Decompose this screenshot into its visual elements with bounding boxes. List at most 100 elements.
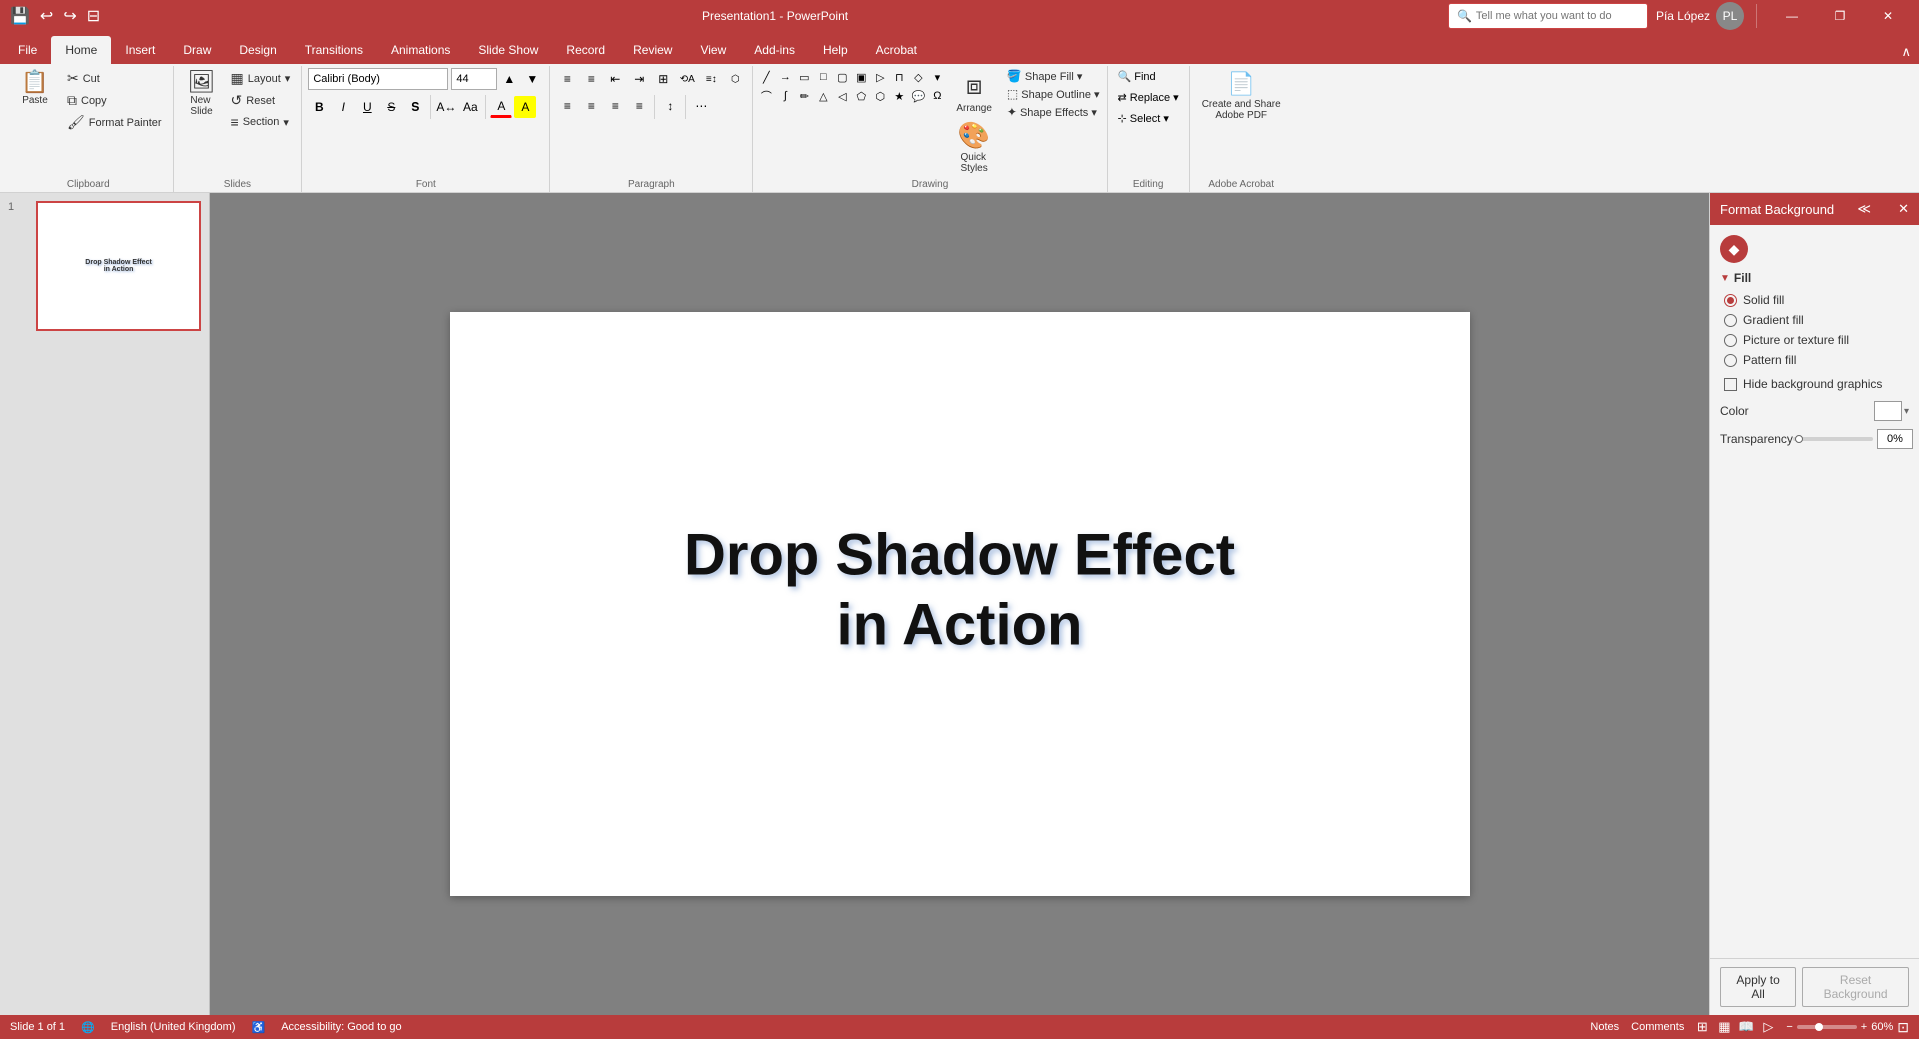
comments-btn[interactable]: Comments [1631, 1021, 1684, 1033]
shape-effects-btn[interactable]: ✦ Shape Effects ▾ [1004, 104, 1103, 120]
justify-btn[interactable]: ≡ [628, 95, 650, 117]
text-direction-btn[interactable]: ⟲A [676, 68, 698, 90]
accessibility-label[interactable]: Accessibility: Good to go [281, 1021, 401, 1033]
tab-record[interactable]: Record [552, 36, 619, 64]
layout-button[interactable]: ▦ Layout ▾ [226, 68, 296, 89]
line-spacing-btn[interactable]: ↕ [659, 95, 681, 117]
format-painter-button[interactable]: 🖌 Format Painter [62, 112, 167, 133]
view-normal-btn[interactable]: ⊞ [1692, 1018, 1712, 1036]
undo-btn[interactable]: ↩ [38, 6, 55, 26]
close-btn[interactable]: ✕ [1865, 0, 1911, 32]
select-button[interactable]: ⊹ Select ▾ [1114, 110, 1173, 127]
shape-round-rect[interactable]: ▢ [833, 68, 851, 86]
shape-more[interactable]: ▾ [928, 68, 946, 86]
new-slide-button[interactable]: 🖼 NewSlide [180, 68, 224, 120]
arrange-button[interactable]: ⧈ Arrange [952, 68, 996, 116]
shape-star[interactable]: ★ [890, 87, 908, 105]
maximize-btn[interactable]: ❐ [1817, 0, 1863, 32]
reset-background-button[interactable]: Reset Background [1802, 967, 1909, 1007]
search-input[interactable] [1476, 10, 1639, 22]
customize-btn[interactable]: ⊟ [85, 6, 102, 26]
shape-rect[interactable]: ▭ [795, 68, 813, 86]
view-slides-btn[interactable]: ▦ [1714, 1018, 1734, 1036]
shape-rect2[interactable]: □ [814, 68, 832, 86]
fill-section-header[interactable]: ▼ Fill [1720, 271, 1909, 285]
align-center-btn[interactable]: ≡ [580, 95, 602, 117]
font-color-btn[interactable]: A [490, 96, 512, 118]
view-reading-btn[interactable]: 📖 [1736, 1018, 1756, 1036]
align-right-btn[interactable]: ≡ [604, 95, 626, 117]
shape-arc[interactable]: ⌒ [757, 87, 775, 105]
view-presenter-btn[interactable]: ▷ [1758, 1018, 1778, 1036]
quick-styles-button[interactable]: 🎨 QuickStyles [952, 118, 996, 176]
zoom-level[interactable]: 60% [1871, 1021, 1893, 1033]
color-swatch[interactable] [1874, 401, 1902, 421]
tab-view[interactable]: View [686, 36, 740, 64]
hide-bg-checkbox[interactable]: Hide background graphics [1724, 377, 1909, 391]
align-left-btn[interactable]: ≡ [556, 95, 578, 117]
tab-slideshow[interactable]: Slide Show [464, 36, 552, 64]
shape-callout[interactable]: 💬 [909, 87, 927, 105]
columns-btn[interactable]: ⊞ [652, 68, 674, 90]
tab-design[interactable]: Design [225, 36, 290, 64]
shape-line[interactable]: ╱ [757, 68, 775, 86]
slide-thumbnail-1[interactable]: Drop Shadow Effect in Action [36, 201, 201, 331]
shape-hex[interactable]: ⬡ [871, 87, 889, 105]
change-case-btn[interactable]: Aa [459, 96, 481, 118]
transparency-value[interactable]: 0% [1877, 429, 1913, 449]
solid-fill-radio[interactable]: Solid fill [1724, 293, 1909, 307]
language-label[interactable]: English (United Kingdom) [111, 1021, 236, 1033]
para-settings-btn[interactable]: ⋯ [690, 95, 712, 117]
zoom-out-btn[interactable]: − [1786, 1021, 1792, 1033]
shape-rtri[interactable]: ◁ [833, 87, 851, 105]
shape-tri[interactable]: △ [814, 87, 832, 105]
pattern-fill-radio[interactable]: Pattern fill [1724, 353, 1909, 367]
convert-smartart-btn[interactable]: ⬡ [724, 68, 746, 90]
shadow-button[interactable]: 𝐒 [404, 96, 426, 118]
notes-btn[interactable]: Notes [1590, 1021, 1619, 1033]
shape-para[interactable]: ▷ [871, 68, 889, 86]
shape-rect3[interactable]: ▣ [852, 68, 870, 86]
cut-button[interactable]: ✂ Cut [62, 68, 167, 89]
copy-button[interactable]: ⧉ Copy [62, 90, 167, 111]
close-panel-btn[interactable]: ✕ [1898, 201, 1909, 217]
strikethrough-button[interactable]: S [380, 96, 402, 118]
underline-button[interactable]: U [356, 96, 378, 118]
shape-outline-btn[interactable]: ⬚ Shape Outline ▾ [1004, 86, 1103, 102]
increase-font-btn[interactable]: ▲ [498, 68, 520, 90]
section-button[interactable]: ≡ Section ▾ [226, 112, 296, 132]
shape-arrow[interactable]: → [776, 68, 794, 86]
find-button[interactable]: 🔍 Find [1114, 68, 1160, 85]
shape-trap[interactable]: ⊓ [890, 68, 908, 86]
shape-dia[interactable]: ◇ [909, 68, 927, 86]
transparency-slider[interactable] [1793, 437, 1873, 441]
collapse-panel-icon[interactable]: ≪ [1857, 201, 1871, 217]
picture-fill-radio[interactable]: Picture or texture fill [1724, 333, 1909, 347]
shape-other[interactable]: Ω [928, 87, 946, 105]
create-adobe-pdf-button[interactable]: 📄 Create and ShareAdobe PDF [1196, 68, 1287, 124]
bold-button[interactable]: B [308, 96, 330, 118]
tab-addins[interactable]: Add-ins [740, 36, 809, 64]
color-dropdown-btn[interactable]: ▾ [1904, 406, 1909, 417]
tab-home[interactable]: Home [51, 36, 111, 64]
tab-help[interactable]: Help [809, 36, 862, 64]
save-btn[interactable]: 💾 [8, 6, 32, 26]
indent-btn[interactable]: ⇥ [628, 68, 650, 90]
replace-button[interactable]: ⇄ Replace ▾ [1114, 89, 1183, 106]
minimize-btn[interactable]: — [1769, 0, 1815, 32]
tab-draw[interactable]: Draw [169, 36, 225, 64]
font-size-box[interactable]: 44 [451, 68, 497, 90]
tab-transitions[interactable]: Transitions [291, 36, 377, 64]
highlight-btn[interactable]: A [514, 96, 536, 118]
numbering-btn[interactable]: ≡ [580, 68, 602, 90]
tab-review[interactable]: Review [619, 36, 686, 64]
char-spacing-btn[interactable]: A↔ [435, 96, 457, 118]
bullets-btn[interactable]: ≡ [556, 68, 578, 90]
shape-pent[interactable]: ⬠ [852, 87, 870, 105]
zoom-in-btn[interactable]: + [1861, 1021, 1867, 1033]
font-name-box[interactable]: Calibri (Body) [308, 68, 448, 90]
tab-insert[interactable]: Insert [111, 36, 169, 64]
redo-btn[interactable]: ↪ [61, 6, 78, 26]
shape-fill-btn[interactable]: 🪣 Shape Fill ▾ [1004, 68, 1103, 84]
apply-to-all-button[interactable]: Apply to All [1720, 967, 1796, 1007]
